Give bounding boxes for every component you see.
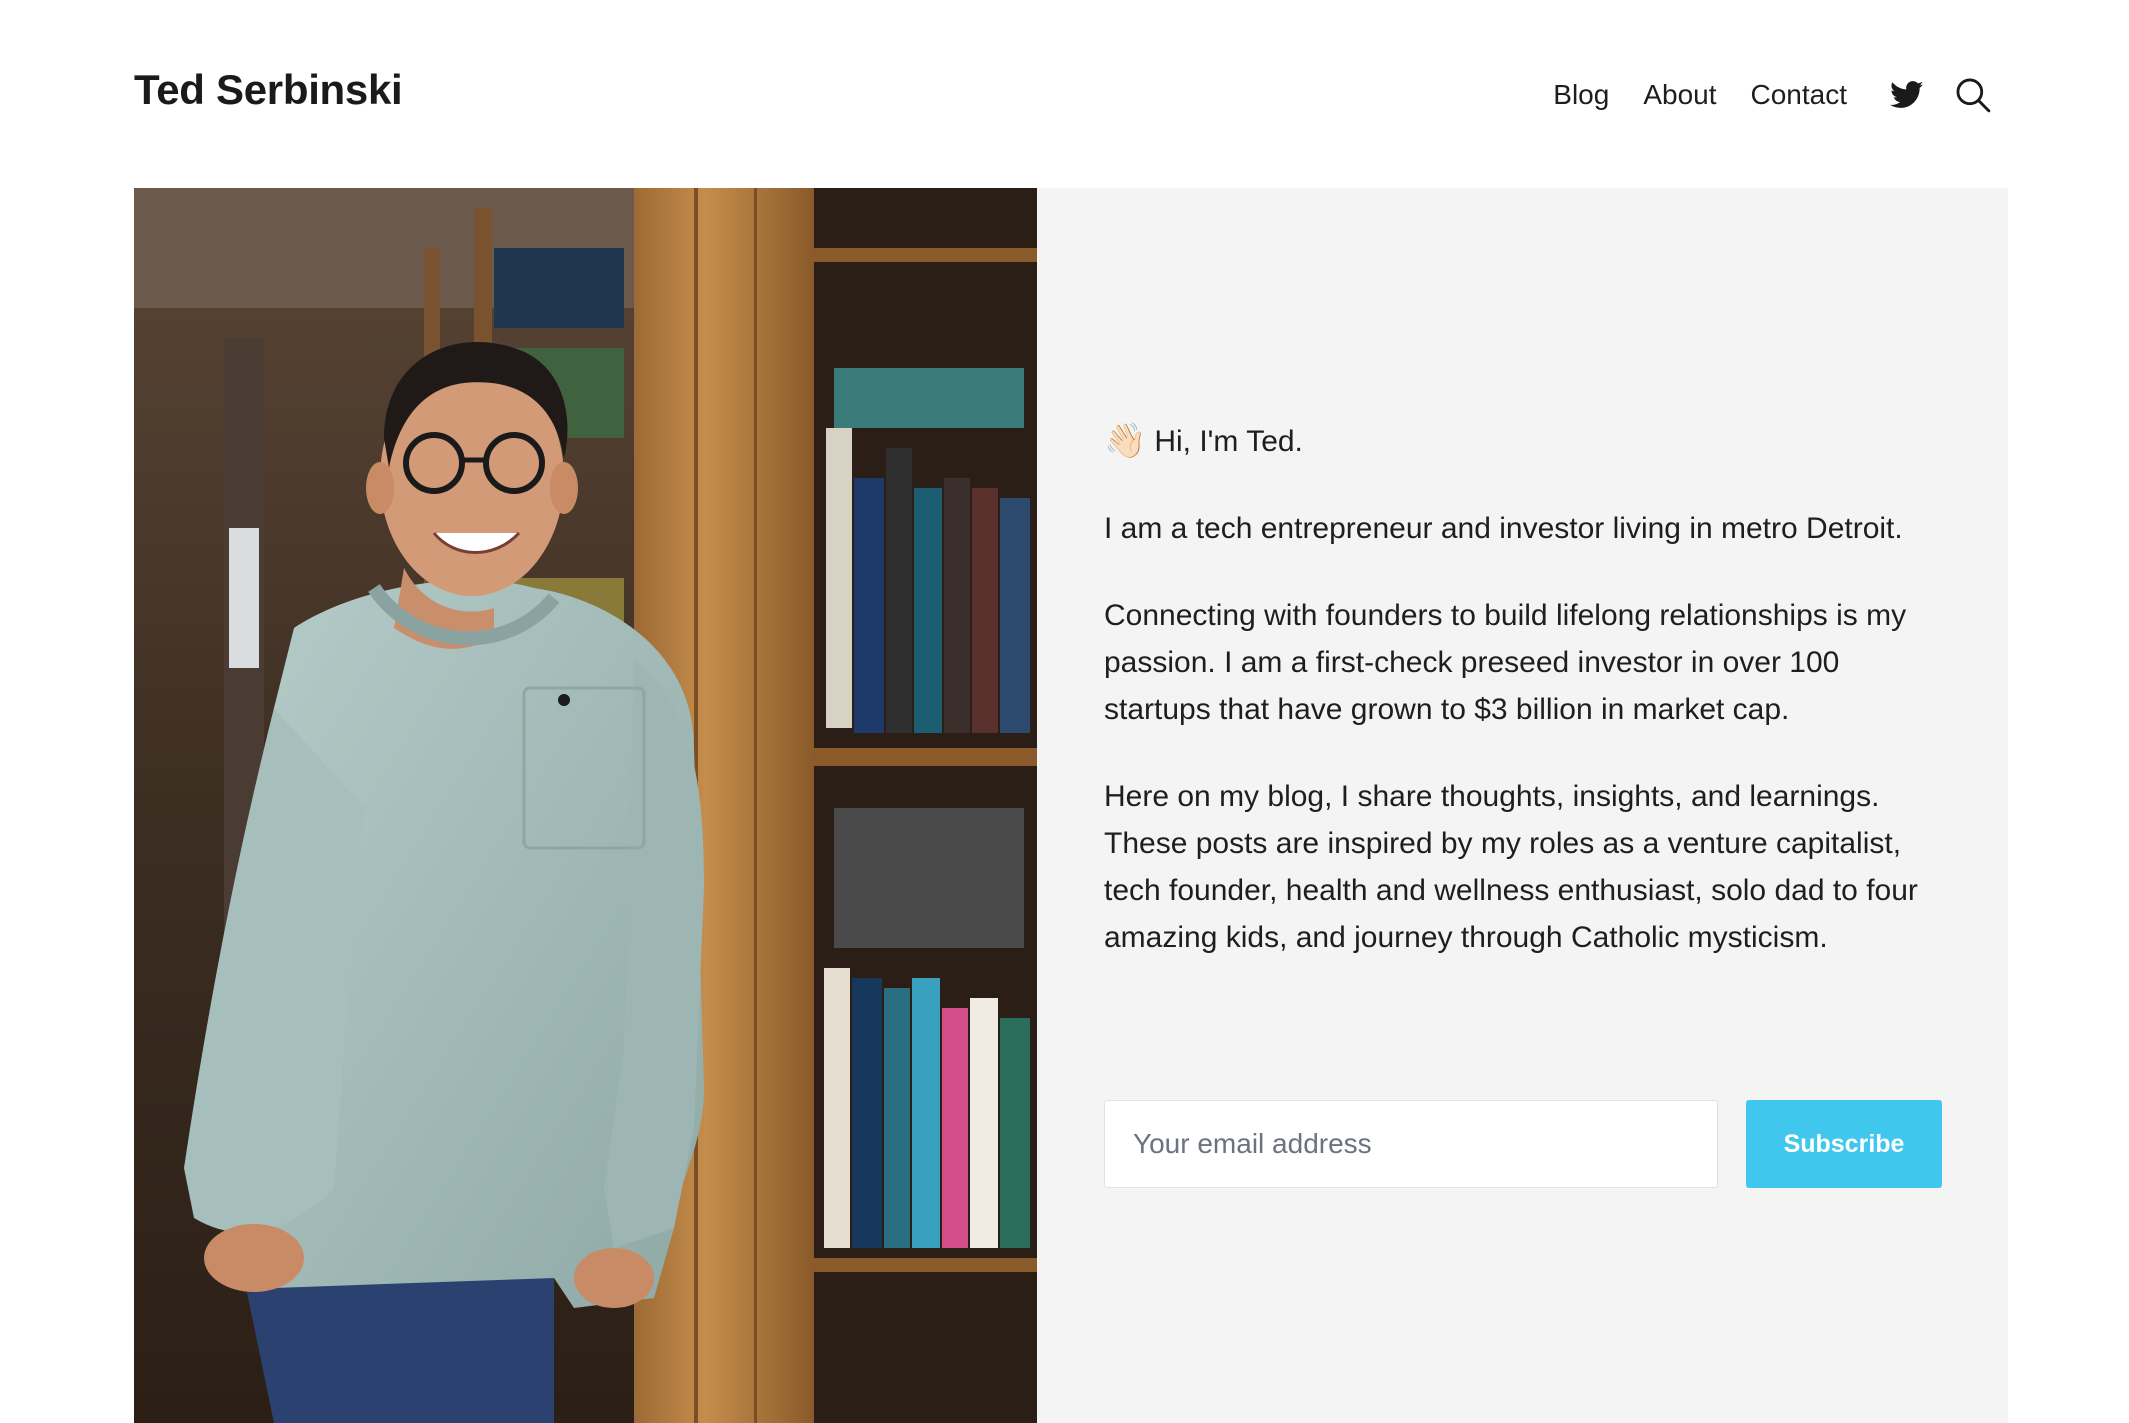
site-header: Ted Serbinski Blog About Contact [0, 0, 2129, 188]
subscribe-button[interactable]: Subscribe [1746, 1100, 1942, 1188]
greeting-text: Hi, I'm Ted. [1154, 425, 1303, 458]
intro-paragraph: I am a tech entrepreneur and investor li… [1104, 512, 1903, 545]
nav-blog[interactable]: Blog [1553, 79, 1609, 111]
intro-paragraph: Connecting with founders to build lifelo… [1104, 599, 1907, 726]
nav-about[interactable]: About [1643, 79, 1716, 111]
nav-contact[interactable]: Contact [1751, 79, 1848, 111]
subscribe-form: Subscribe [1104, 1100, 1942, 1188]
portrait-photo [134, 188, 1037, 1423]
intro-paragraph: Here on my blog, I share thoughts, insig… [1104, 780, 1918, 954]
site-title[interactable]: Ted Serbinski [134, 66, 403, 114]
intro-text: 👋🏻 Hi, I'm Ted. I am a tech entrepreneur… [1104, 418, 1944, 1001]
twitter-icon[interactable] [1885, 73, 1929, 117]
search-icon[interactable] [1951, 73, 1995, 117]
main-nav: Blog About Contact [1553, 70, 1995, 120]
hero-section: 👋🏻 Hi, I'm Ted. I am a tech entrepreneur… [134, 188, 2008, 1423]
email-input[interactable] [1104, 1100, 1718, 1188]
waving-hand-icon: 👋🏻 [1104, 422, 1147, 460]
greeting: 👋🏻 Hi, I'm Ted. [1104, 418, 1944, 465]
